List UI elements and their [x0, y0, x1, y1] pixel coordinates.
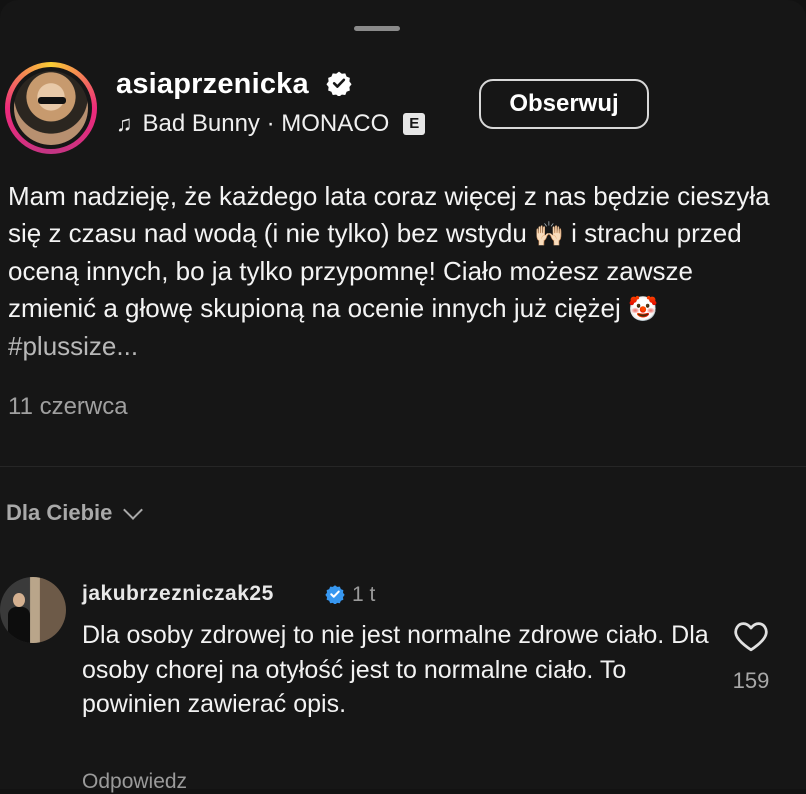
comment-text: Dla osoby zdrowej to nie jest normalne z… [82, 621, 709, 718]
music-track: Bad Bunny · MONACO [142, 110, 390, 137]
follow-button[interactable]: Obserwuj [479, 79, 649, 129]
post-date: 11 czerwca [8, 393, 128, 420]
post-caption: Mam nadzieję, że każdego lata coraz więc… [8, 178, 788, 365]
heart-icon[interactable] [733, 620, 769, 652]
verified-badge-icon [326, 71, 352, 96]
divider [0, 466, 806, 467]
commenter-username[interactable]: jakubrzezniczak25 [82, 582, 274, 606]
verified-badge-icon [325, 585, 345, 604]
sort-label: Dla Ciebie [6, 500, 113, 525]
chevron-down-icon [123, 500, 144, 520]
explicit-badge: E [403, 113, 426, 135]
sheet-drag-handle[interactable] [354, 26, 400, 31]
reply-button[interactable]: Odpowiedz [82, 770, 187, 794]
clown-emoji: 🤡 [628, 295, 658, 323]
author-avatar[interactable] [5, 62, 97, 154]
comments-sort-toggle[interactable]: Dla Ciebie [6, 500, 144, 526]
raising-hands-emoji: 🙌🏻 [534, 220, 564, 248]
caption-hashtag[interactable]: #plussize... [8, 331, 138, 361]
comments-sheet: asiaprzenicka ♫ Bad Bunny · MONACO E Obs… [0, 0, 806, 793]
like-count: 159 [732, 668, 770, 693]
music-note-icon: ♫ [116, 111, 133, 136]
music-info[interactable]: ♫ Bad Bunny · MONACO E [116, 110, 426, 138]
commenter-avatar[interactable] [0, 577, 66, 643]
author-username[interactable]: asiaprzenicka [116, 68, 309, 101]
comment-time: 1 t [352, 583, 376, 606]
